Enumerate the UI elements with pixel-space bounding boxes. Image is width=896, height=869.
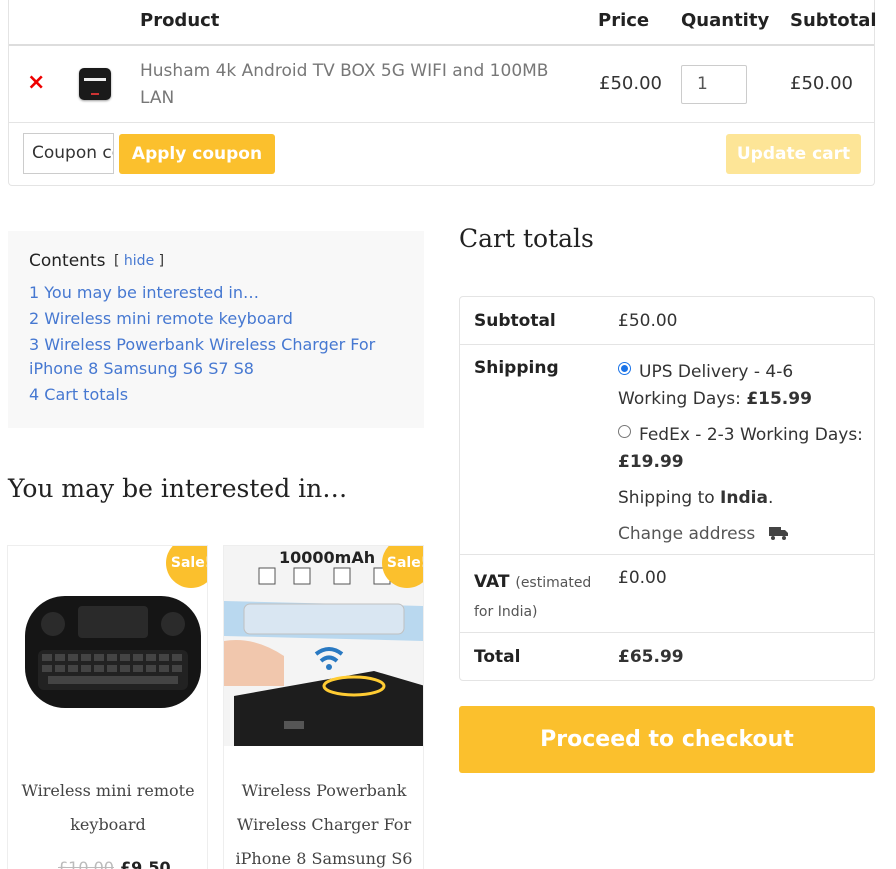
toc-bracket-open: [	[114, 253, 120, 269]
interested-heading: You may be interested in…	[8, 474, 348, 503]
cart-table: Product Price Quantity Subtotal × Husham…	[8, 0, 877, 186]
total-label: Total	[474, 647, 521, 667]
product-price-keyboard: £10.00 £9.50	[58, 858, 171, 869]
total-row: Total £65.99	[460, 633, 874, 681]
product-thumbnail[interactable]	[79, 68, 111, 100]
cart-item-row: × Husham 4k Android TV BOX 5G WIFI and 1…	[9, 46, 874, 123]
vat-value: £0.00	[618, 568, 667, 588]
header-product: Product	[140, 10, 220, 31]
item-price: £50.00	[599, 73, 662, 94]
shipping-destination: Shipping to India.	[618, 485, 866, 512]
shipping-option-ups[interactable]: UPS Delivery - 4-6 Working Days: £15.99	[618, 359, 866, 413]
vat-label: VAT (estimated for India)	[474, 568, 602, 626]
vat-label-text: VAT	[474, 572, 510, 592]
update-cart-button[interactable]: Update cart	[726, 134, 861, 174]
coupon-code-input[interactable]: Coupon code	[23, 133, 114, 174]
subtotal-value: £50.00	[618, 311, 678, 331]
cart-totals-table: Subtotal £50.00 Shipping UPS Delivery - …	[459, 296, 875, 681]
radio-ups[interactable]	[618, 362, 631, 375]
old-price: £10.00	[58, 858, 114, 869]
cart-table-header: Product Price Quantity Subtotal	[9, 0, 877, 46]
total-value: £65.99	[618, 647, 684, 667]
toc-item-interested[interactable]: 1 You may be interested in…	[29, 281, 409, 305]
toc-item-cart-totals[interactable]: 4 Cart totals	[29, 383, 409, 407]
powerbank-image-caption: 10000mAh	[279, 548, 376, 567]
apply-coupon-button[interactable]: Apply coupon	[119, 134, 275, 174]
toc-hide-toggle: [ hide ]	[114, 253, 164, 269]
shipping-to-prefix: Shipping to	[618, 488, 715, 508]
subtotal-row: Subtotal £50.00	[460, 297, 874, 345]
shipping-label: Shipping	[474, 358, 559, 378]
toc-item-powerbank[interactable]: 3 Wireless Powerbank Wireless Charger Fo…	[29, 333, 409, 381]
shipping-options: UPS Delivery - 4-6 Working Days: £15.99 …	[618, 359, 866, 550]
ups-price: £15.99	[746, 389, 812, 409]
cart-totals-heading: Cart totals	[459, 224, 594, 253]
toc-bracket-close: ]	[158, 253, 165, 269]
toc-item-keyboard[interactable]: 2 Wireless mini remote keyboard	[29, 307, 409, 331]
toc-hide-link[interactable]: hide	[124, 253, 154, 269]
header-quantity: Quantity	[681, 10, 770, 31]
vat-row: VAT (estimated for India) £0.00	[460, 555, 874, 633]
header-price: Price	[598, 10, 650, 31]
subtotal-label: Subtotal	[474, 311, 556, 331]
radio-fedex[interactable]	[618, 425, 631, 438]
product-name-link[interactable]: Husham 4k Android TV BOX 5G WIFI and 100…	[140, 58, 570, 112]
change-address-label[interactable]: Change address	[618, 524, 755, 544]
product-card-keyboard[interactable]: Sale! Wireless mini remote keyboard £10.…	[7, 545, 208, 869]
shipping-option-fedex[interactable]: FedEx - 2-3 Working Days: £19.99	[618, 422, 866, 476]
product-title-keyboard[interactable]: Wireless mini remote keyboard	[18, 774, 198, 842]
product-title-powerbank[interactable]: Wireless Powerbank Wireless Charger For …	[234, 774, 414, 869]
quantity-input[interactable]: 1	[681, 65, 747, 104]
shipping-row: Shipping UPS Delivery - 4-6 Working Days…	[460, 345, 874, 555]
toc-list: 1 You may be interested in… 2 Wireless m…	[29, 281, 409, 409]
shipping-to-period: .	[767, 488, 774, 508]
change-address-link[interactable]: Change address	[618, 521, 866, 550]
toc-title: Contents	[29, 251, 106, 271]
shipping-to-country: India	[720, 488, 768, 508]
header-subtotal: Subtotal	[790, 10, 877, 31]
item-subtotal: £50.00	[790, 73, 853, 94]
fedex-price: £19.99	[618, 452, 684, 472]
remove-item-icon[interactable]: ×	[27, 72, 45, 94]
proceed-to-checkout-button[interactable]: Proceed to checkout	[459, 706, 875, 773]
truck-icon	[768, 523, 789, 550]
sale-price: £9.50	[119, 858, 171, 869]
table-of-contents: Contents [ hide ] 1 You may be intereste…	[8, 231, 424, 428]
fedex-label: FedEx - 2-3 Working Days:	[639, 425, 863, 445]
product-card-powerbank[interactable]: 10000mAh Sale! Wireless Powerbank Wirele…	[223, 545, 424, 869]
